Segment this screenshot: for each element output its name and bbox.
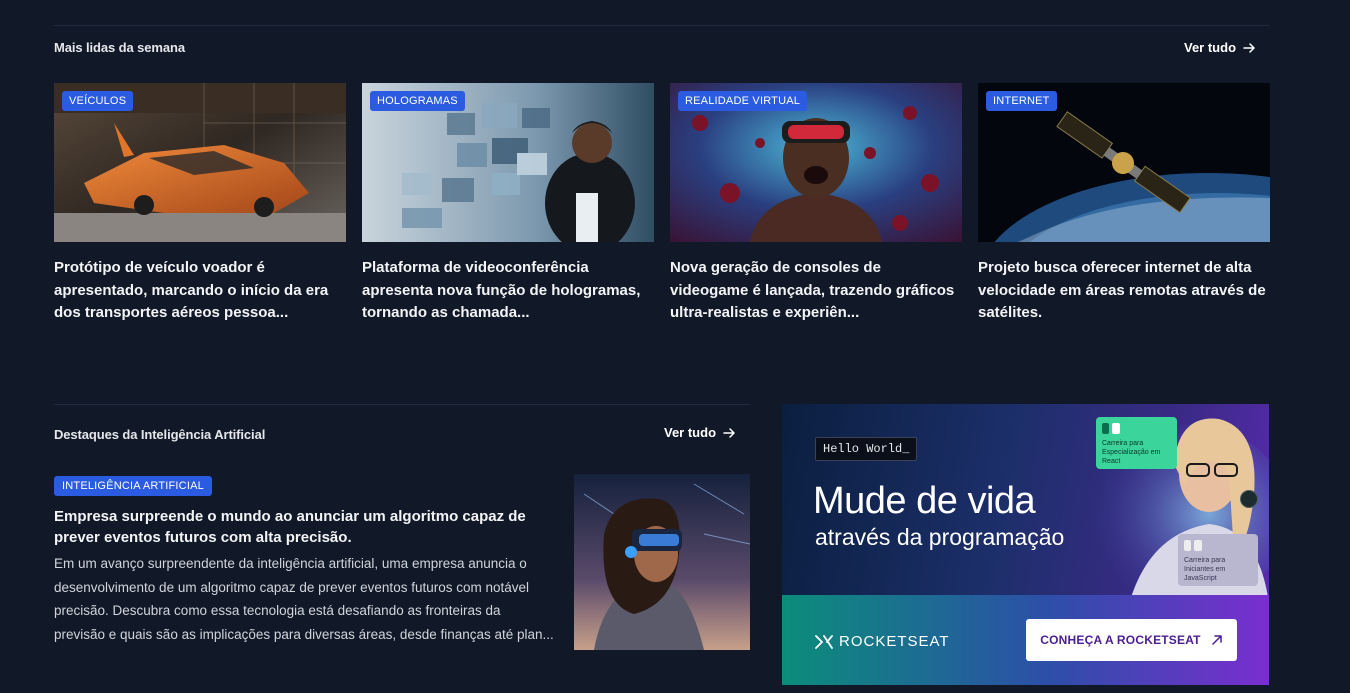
section-title-most-read: Mais lidas da semana (54, 40, 185, 55)
ad-subheadline: através da programação (815, 524, 1065, 550)
card-headline[interactable]: Protótipo de veículo voador é apresentad… (54, 257, 346, 325)
news-card-vr[interactable]: REALIDADE VIRTUAL Nova geração de consol… (670, 83, 962, 325)
react-career-card: Carreira para Especialização em React (1096, 417, 1177, 469)
ai-article-headline[interactable]: Empresa surpreende o mundo ao anunciar u… (54, 506, 554, 548)
arrow-right-icon (1243, 42, 1255, 53)
top-divider (54, 25, 1269, 26)
arrow-up-right-icon (1211, 635, 1222, 645)
ad-headline: Mude de vida (813, 480, 1036, 522)
hello-world-tag: Hello World_ (815, 437, 918, 461)
card-headline[interactable]: Plataforma de videoconferência apresenta… (362, 257, 654, 325)
section-title-ai: Destaques da Inteligência Artificial (54, 427, 266, 442)
react-career-label: Carreira para Especialização em React (1102, 440, 1161, 465)
cta-label: CONHEÇA A ROCKETSEAT (1040, 633, 1201, 647)
card-image[interactable]: REALIDADE VIRTUAL (670, 83, 962, 242)
js-career-label: Carreira para Iniciantes em JavaScript (1184, 557, 1226, 582)
rocketseat-logo-text: ROCKETSEAT (839, 633, 950, 650)
see-all-label: Ver tudo (1184, 40, 1237, 55)
category-badge: INTELIGÊNCIA ARTIFICIAL (54, 476, 212, 496)
see-all-ai-link[interactable]: Ver tudo (664, 425, 736, 440)
category-badge: HOLOGRAMAS (370, 91, 465, 111)
rocketseat-logo-icon (815, 634, 833, 649)
conheca-rocketseat-button[interactable]: CONHEÇA A ROCKETSEAT (1026, 619, 1237, 661)
see-all-most-read-link[interactable]: Ver tudo (1184, 40, 1256, 55)
ai-section-divider (54, 404, 750, 405)
js-career-card: Carreira para Iniciantes em JavaScript (1178, 534, 1258, 586)
card-image[interactable]: HOLOGRAMAS (362, 83, 654, 242)
card-image[interactable]: VEÍCULOS (54, 83, 346, 242)
rocketseat-logo: ROCKETSEAT (815, 633, 950, 650)
arrow-right-icon (723, 427, 735, 438)
news-card-holograms[interactable]: HOLOGRAMAS Plataforma de videoconferênci… (362, 83, 654, 325)
category-badge: VEÍCULOS (62, 91, 134, 111)
card-image[interactable]: INTERNET (978, 83, 1270, 242)
card-headline[interactable]: Projeto busca oferecer internet de alta … (978, 257, 1270, 325)
ai-article-image[interactable] (574, 474, 750, 650)
category-badge: REALIDADE VIRTUAL (678, 91, 808, 111)
card-headline[interactable]: Nova geração de consoles de videogame é … (670, 257, 962, 325)
ai-article-summary: Em um avanço surpreendente da inteligênc… (54, 556, 554, 642)
news-card-vehicle[interactable]: VEÍCULOS Protótipo de veículo voador é a… (54, 83, 346, 325)
news-card-internet[interactable]: INTERNET Projeto busca oferecer internet… (978, 83, 1270, 325)
category-badge: INTERNET (986, 91, 1057, 111)
see-all-label: Ver tudo (664, 425, 717, 440)
rocketseat-ad-banner[interactable]: Carreira para Especialização em React Ca… (782, 404, 1269, 685)
play-icon (1240, 490, 1258, 508)
